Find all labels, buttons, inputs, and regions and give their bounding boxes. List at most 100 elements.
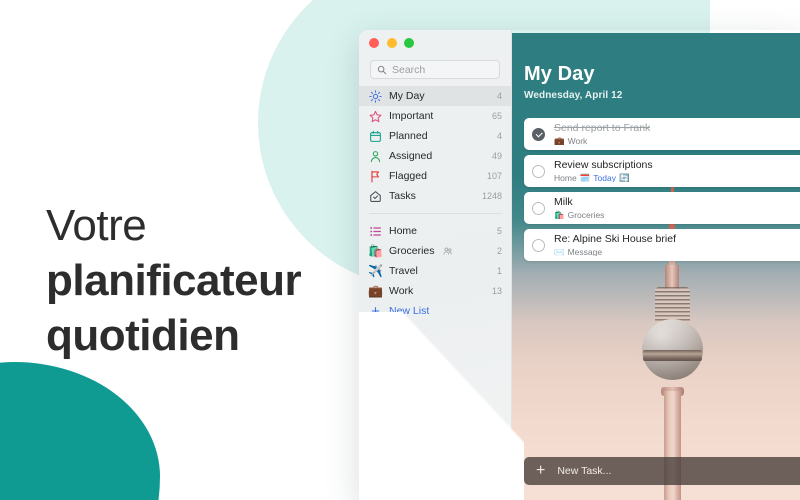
sidebar-item-planned[interactable]: Planned 4 — [359, 126, 512, 146]
task-meta-label: Work — [567, 135, 588, 146]
task-meta-icon: 🛍️ — [554, 209, 565, 220]
sidebar-item-label: Assigned — [389, 150, 433, 162]
main-panel: My Day Wednesday, April 12 Send report t… — [512, 33, 800, 500]
task-checkbox[interactable] — [532, 127, 545, 141]
new-list-button[interactable]: + New List — [359, 301, 512, 321]
task-meta-label: Home — [554, 172, 577, 183]
sidebar-divider — [369, 213, 502, 214]
list-icon — [369, 225, 382, 238]
task-card[interactable]: Review subscriptions Home 🗓️ Today 🔄 — [524, 155, 800, 187]
sidebar-item-flagged[interactable]: Flagged 107 — [359, 166, 512, 186]
page-title: My Day — [524, 63, 595, 85]
task-meta-icon: ✉️ — [554, 246, 565, 257]
plus-icon: + — [371, 302, 380, 320]
sidebar-item-count: 1 — [496, 266, 502, 276]
task-title: Re: Alpine Ski House brief — [554, 233, 676, 245]
minimize-button[interactable] — [386, 38, 397, 48]
background-photo — [512, 33, 800, 500]
sun-icon — [369, 89, 382, 103]
hero-headline: Votre planificateur quotidien — [46, 200, 302, 361]
task-meta: 💼 Work — [554, 135, 650, 146]
hero-line-1: Votre — [46, 201, 147, 250]
sidebar-item-label: Groceries — [389, 245, 435, 257]
task-body: Re: Alpine Ski House brief ✉️ Message — [554, 234, 676, 257]
task-body: Review subscriptions Home 🗓️ Today 🔄 — [554, 160, 653, 183]
task-meta: 🛍️ Groceries — [554, 209, 605, 220]
sidebar-item-count: 4 — [496, 131, 502, 141]
decorative-teal-blob — [0, 362, 160, 500]
task-meta-icon: 💼 — [554, 135, 565, 146]
sidebar-item-assigned[interactable]: Assigned 49 — [359, 146, 512, 166]
sidebar-item-tasks[interactable]: Tasks 1248 — [359, 186, 512, 206]
task-meta-icon: 🗓️ — [579, 172, 591, 183]
sidebar-item-count: 2 — [496, 246, 502, 256]
close-button[interactable] — [369, 38, 379, 48]
sidebar-item-label: Planned — [389, 130, 428, 142]
window-controls — [369, 38, 414, 48]
task-meta-label: Today — [593, 172, 616, 183]
task-title: Send report to Frank — [554, 122, 651, 134]
page-date: Wednesday, April 12 — [524, 90, 623, 101]
sidebar-item-important[interactable]: Important 65 — [359, 106, 512, 126]
sidebar: Search My Day 4 Important 65 Planned 4 Assigne… — [359, 30, 512, 500]
task-checkbox[interactable] — [532, 164, 545, 178]
sidebar-item-label: Flagged — [389, 170, 427, 182]
shared-list-icon — [443, 247, 452, 255]
sidebar-item-work[interactable]: 💼 Work 13 — [359, 281, 512, 301]
task-checkbox[interactable] — [532, 201, 545, 215]
task-card[interactable]: Re: Alpine Ski House brief ✉️ Message — [524, 229, 800, 261]
search-placeholder: Search — [392, 63, 426, 76]
sidebar-item-count: 49 — [491, 151, 502, 161]
home-check-icon — [369, 190, 382, 203]
sidebar-item-groceries[interactable]: 🛍️ Groceries 2 — [359, 241, 512, 261]
main-header: My Day Wednesday, April 12 — [524, 63, 622, 101]
airplane-icon: ✈️ — [368, 264, 383, 278]
task-body: Milk 🛍️ Groceries — [554, 197, 604, 220]
task-meta: Home 🗓️ Today 🔄 — [554, 172, 653, 183]
task-meta: ✉️ Message — [554, 246, 676, 257]
sidebar-item-label: Travel — [389, 265, 418, 277]
sidebar-item-count: 65 — [491, 111, 502, 121]
task-meta-label: Message — [567, 246, 603, 257]
sidebar-item-count: 1248 — [481, 191, 502, 201]
sidebar-item-label: My Day — [389, 90, 425, 102]
calendar-icon — [369, 130, 382, 143]
sidebar-item-label: Work — [389, 285, 414, 297]
task-title: Milk — [554, 196, 573, 208]
search-field[interactable]: Search — [370, 60, 500, 79]
sidebar-item-label: Important — [389, 110, 434, 122]
search-icon — [377, 65, 387, 74]
star-icon — [369, 110, 382, 123]
promo-screenshot: Votre planificateur quotidien My Day Wed… — [0, 0, 800, 500]
new-list-label: New List — [389, 305, 430, 317]
shopping-bag-icon: 🛍️ — [368, 244, 383, 258]
new-task-label: New Task... — [557, 465, 612, 477]
plus-icon: + — [536, 462, 546, 479]
task-title: Review subscriptions — [554, 159, 653, 171]
sidebar-item-travel[interactable]: ✈️ Travel 1 — [359, 261, 512, 281]
hero-line-2: planificateur — [46, 256, 302, 306]
sidebar-item-my-day[interactable]: My Day 4 — [359, 86, 512, 106]
task-card[interactable]: Send report to Frank 💼 Work — [524, 118, 800, 150]
task-body: Send report to Frank 💼 Work — [554, 123, 650, 146]
briefcase-icon: 💼 — [368, 284, 383, 298]
sidebar-item-count: 4 — [496, 91, 502, 101]
task-meta-label: Groceries — [567, 209, 605, 220]
task-meta-icon: 🔄 — [618, 172, 630, 183]
app-window: My Day Wednesday, April 12 Send report t… — [359, 30, 800, 500]
sidebar-item-count: 5 — [496, 226, 502, 236]
sidebar-item-home[interactable]: Home 5 — [359, 221, 512, 241]
task-checkbox[interactable] — [532, 238, 545, 252]
zoom-button[interactable] — [404, 38, 414, 48]
person-icon — [369, 150, 382, 163]
sidebar-item-label: Home — [389, 225, 418, 237]
hero-line-3: quotidien — [46, 311, 240, 361]
sidebar-item-count: 107 — [486, 171, 502, 181]
sidebar-item-label: Tasks — [389, 190, 416, 202]
sidebar-item-count: 13 — [491, 286, 502, 296]
new-task-button[interactable]: + New Task... — [524, 457, 800, 485]
task-card[interactable]: Milk 🛍️ Groceries — [524, 192, 800, 224]
sidebar-nav: My Day 4 Important 65 Planned 4 Assigned 49 Flag… — [359, 86, 512, 321]
flag-icon — [369, 170, 382, 183]
task-list: Send report to Frank 💼 Work Review subscrip… — [524, 118, 800, 266]
